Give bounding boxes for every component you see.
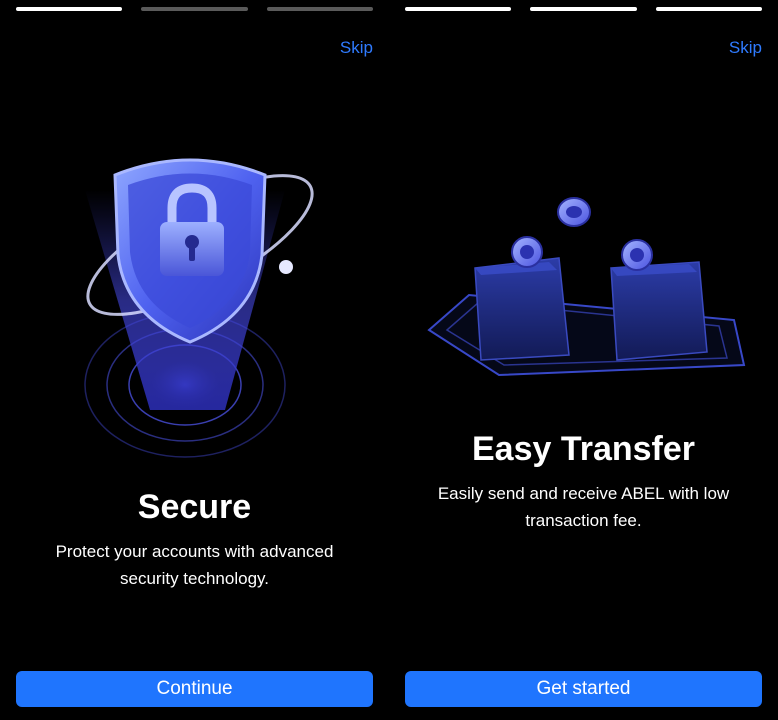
shield-lock-illustration (0, 80, 389, 470)
wallet-transfer-icon (427, 197, 746, 377)
progress-indicator (405, 7, 762, 11)
page-title: Easy Transfer (471, 430, 696, 468)
continue-button[interactable]: Continue (16, 671, 373, 707)
page-description: Protect your accounts with advanced secu… (55, 542, 334, 588)
skip-button[interactable]: Skip (729, 38, 762, 58)
progress-segment-2 (141, 7, 248, 11)
wallet-transfer-illustration (389, 80, 778, 470)
shield-lock-icon (84, 158, 314, 458)
progress-segment-2 (530, 7, 637, 11)
skip-button[interactable]: Skip (340, 38, 373, 58)
progress-segment-1 (405, 7, 512, 11)
onboarding-screen-secure: Skip Secure Protect your accounts with a… (0, 0, 389, 720)
page-description: Easily send and receive ABEL with low tr… (437, 484, 730, 530)
progress-indicator (16, 7, 373, 11)
get-started-button[interactable]: Get started (405, 671, 762, 707)
progress-segment-3 (655, 7, 762, 11)
progress-segment-3 (266, 7, 373, 11)
progress-segment-1 (16, 7, 123, 11)
page-title: Secure (137, 488, 252, 526)
onboarding-screen-transfer: Skip Easy Transfer Easily send and recei… (389, 0, 778, 720)
